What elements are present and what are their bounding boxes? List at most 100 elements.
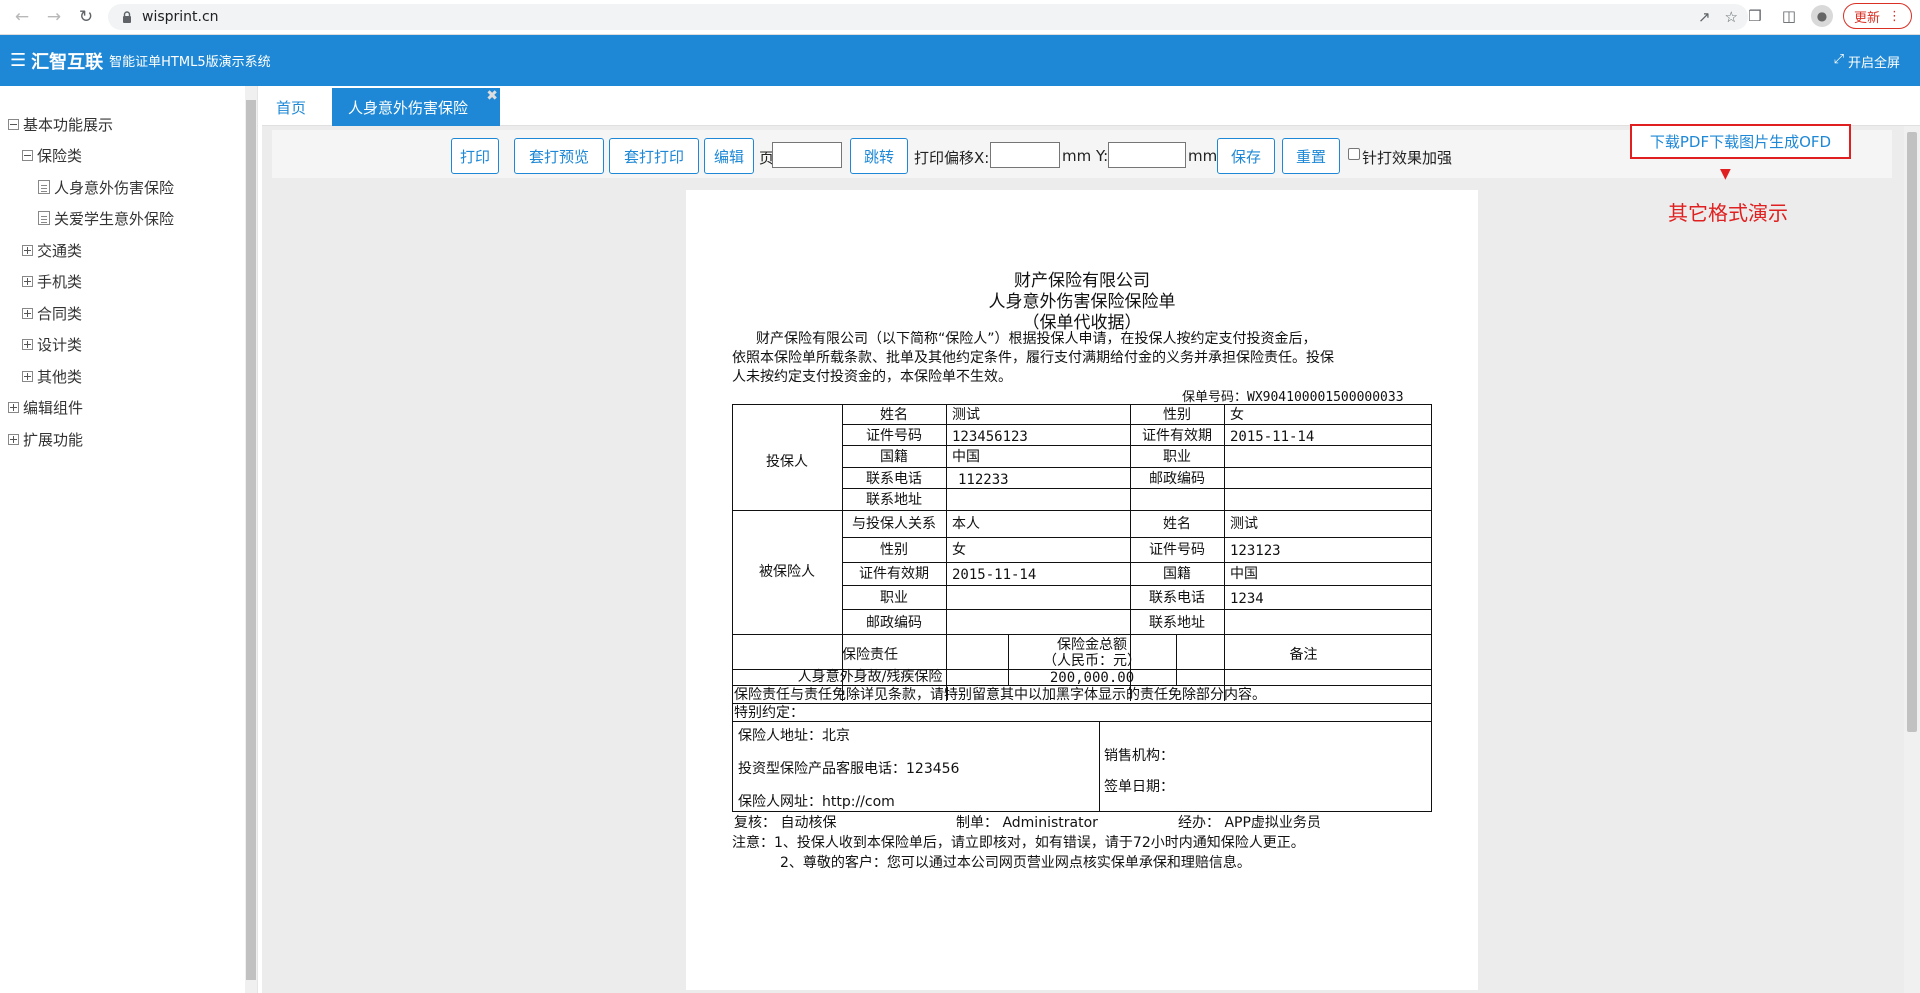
expand-icon[interactable] bbox=[22, 370, 33, 382]
overlay-preview-button[interactable]: 套打预览 bbox=[514, 138, 604, 174]
coverage-amount-header-2: （人民币：元） bbox=[1043, 653, 1141, 669]
tree-node-transport[interactable]: 交通类 bbox=[22, 240, 82, 260]
tree-label: 保险类 bbox=[37, 146, 83, 165]
mm-label: mm bbox=[1188, 147, 1218, 165]
page-input[interactable] bbox=[772, 142, 842, 168]
expand-icon[interactable] bbox=[8, 433, 19, 445]
insured-phone: 1234 bbox=[1230, 591, 1264, 607]
insured-id-label: 证件号码 bbox=[1149, 542, 1205, 558]
tree-node-contract[interactable]: 合同类 bbox=[22, 303, 82, 323]
print-button[interactable]: 打印 bbox=[451, 138, 499, 174]
back-icon[interactable]: ← bbox=[10, 5, 34, 29]
bookmark-star-icon[interactable]: ☆ bbox=[1725, 8, 1738, 26]
tree-leaf-student-insurance[interactable]: 关爱学生意外保险 bbox=[38, 208, 174, 228]
profile-avatar-icon[interactable]: ● bbox=[1810, 5, 1833, 27]
grid-row bbox=[842, 585, 1431, 586]
tab-home[interactable]: 首页 bbox=[276, 88, 306, 126]
expand-icon[interactable] bbox=[22, 307, 33, 319]
jump-button[interactable]: 跳转 bbox=[850, 138, 908, 174]
sidebar-scrollbar[interactable] bbox=[245, 86, 257, 993]
tree-node-mobile[interactable]: 手机类 bbox=[22, 271, 82, 291]
insured-relation: 本人 bbox=[952, 516, 980, 532]
offset-x-input[interactable] bbox=[990, 142, 1060, 168]
tree-label: 关爱学生意外保险 bbox=[54, 209, 175, 228]
applicant-name: 测试 bbox=[952, 407, 980, 423]
tree-node-design[interactable]: 设计类 bbox=[22, 334, 82, 354]
grid-row bbox=[842, 445, 1431, 446]
table-border-right bbox=[1431, 404, 1432, 812]
download-formats-box[interactable]: 下载PDF下载图片生成OFD bbox=[1630, 124, 1851, 159]
applicant-gender: 女 bbox=[1230, 407, 1244, 423]
grid-row bbox=[842, 488, 1431, 489]
grid-col-bottom bbox=[1099, 721, 1100, 812]
fullscreen-label: 开启全屏 bbox=[1847, 56, 1900, 71]
special-terms: 特别约定： bbox=[734, 705, 804, 721]
share-icon[interactable]: ↗ bbox=[1698, 8, 1711, 26]
insured-section-label: 被保险人 bbox=[759, 564, 815, 580]
tree-node-insurance[interactable]: 保险类 bbox=[22, 145, 82, 165]
forward-icon[interactable]: → bbox=[42, 5, 66, 29]
app-header: ☰ 汇智互联 智能证单HTML5版演示系统 ⤢ 开启全屏 bbox=[0, 35, 1920, 86]
offset-y-input[interactable] bbox=[1108, 142, 1186, 168]
notice-line-1: 注意：1、投保人收到本保险单后，请立即核对，如有错误，请于72小时内通知保险人更… bbox=[732, 835, 1305, 851]
menu-list-icon[interactable]: ☰ bbox=[10, 50, 26, 71]
expand-icon[interactable] bbox=[22, 244, 33, 256]
collapse-icon[interactable] bbox=[8, 118, 19, 130]
content-scrollbar[interactable] bbox=[1904, 126, 1920, 993]
fullscreen-button[interactable]: ⤢ 开启全屏 bbox=[1834, 52, 1900, 71]
tree-leaf-accident-insurance[interactable]: 人身意外伤害保险 bbox=[38, 177, 174, 197]
applicant-id-valid-label: 证件有效期 bbox=[1142, 428, 1212, 444]
grid-row bbox=[842, 562, 1431, 563]
sidebar-scroll-thumb[interactable] bbox=[246, 100, 256, 980]
insured-gender-label: 性别 bbox=[880, 542, 908, 558]
update-label: 更新 bbox=[1853, 10, 1880, 26]
expand-icon: ⤢ bbox=[1833, 52, 1844, 67]
expand-icon[interactable] bbox=[8, 401, 19, 413]
applicant-nationality: 中国 bbox=[952, 449, 980, 465]
coverage-liability: 人身意外身故/残疾保险 bbox=[797, 669, 943, 685]
insured-name-label: 姓名 bbox=[1163, 516, 1191, 532]
grid-row bbox=[842, 609, 1431, 610]
tree-node-other[interactable]: 其他类 bbox=[22, 366, 82, 386]
handler-info: 经办： APP虚拟业务员 bbox=[1178, 815, 1321, 831]
tree-node-basic[interactable]: 基本功能展示 bbox=[8, 114, 113, 134]
expand-icon[interactable] bbox=[22, 275, 33, 287]
address-bar[interactable]: wisprint.cn ↗ ☆ bbox=[108, 4, 1748, 30]
applicant-id-label: 证件号码 bbox=[866, 428, 922, 444]
side-panel-icon[interactable]: ◫ bbox=[1777, 4, 1801, 28]
edit-button[interactable]: 编辑 bbox=[704, 138, 754, 174]
url-text: wisprint.cn bbox=[142, 9, 219, 25]
reset-button[interactable]: 重置 bbox=[1282, 138, 1340, 174]
reload-icon[interactable]: ↻ bbox=[74, 5, 98, 29]
insured-nationality: 中国 bbox=[1230, 566, 1258, 582]
formats-caption: 其它格式演示 bbox=[1668, 201, 1788, 225]
extensions-puzzle-icon[interactable]: ❒ bbox=[1743, 4, 1767, 28]
insured-id: 123123 bbox=[1230, 543, 1281, 559]
tab-accident-insurance[interactable]: 人身意外伤害保险 ✖ bbox=[332, 88, 500, 126]
tree-label: 设计类 bbox=[37, 335, 83, 354]
needle-print-checkbox[interactable] bbox=[1348, 148, 1360, 160]
tree-node-extensions[interactable]: 扩展功能 bbox=[8, 429, 83, 449]
applicant-id-valid: 2015-11-14 bbox=[1230, 429, 1315, 445]
tab-bar: 首页 人身意外伤害保险 ✖ bbox=[262, 86, 1920, 126]
collapse-icon[interactable] bbox=[22, 149, 33, 161]
notice-line-2: 2、尊敬的客户：您可以通过本公司网页营业网点核实保单承保和理赔信息。 bbox=[780, 855, 1251, 871]
update-button[interactable]: 更新 ⋮ bbox=[1842, 3, 1912, 29]
coverage-liability-header: 保险责任 bbox=[842, 647, 898, 663]
close-icon[interactable]: ✖ bbox=[486, 88, 498, 104]
applicant-nationality-label: 国籍 bbox=[880, 449, 908, 465]
service-phone: 投资型保险产品客服电话：123456 bbox=[738, 761, 960, 777]
insured-nationality-label: 国籍 bbox=[1163, 566, 1191, 582]
browser-toolbar: ← → ↻ wisprint.cn ↗ ☆ ❒ ◫ ● 更新 ⋮ bbox=[0, 0, 1920, 35]
overlay-print-button[interactable]: 套打打印 bbox=[609, 138, 699, 174]
tab-label: 人身意外伤害保险 bbox=[348, 98, 469, 117]
grid-row-section bbox=[732, 510, 1431, 511]
insured-id-valid: 2015-11-14 bbox=[952, 567, 1037, 583]
applicant-address-label: 联系地址 bbox=[866, 492, 922, 508]
expand-icon[interactable] bbox=[22, 338, 33, 350]
save-button[interactable]: 保存 bbox=[1217, 138, 1275, 174]
tree-node-edit-components[interactable]: 编辑组件 bbox=[8, 397, 83, 417]
tree-label: 编辑组件 bbox=[23, 398, 84, 417]
content-scroll-thumb[interactable] bbox=[1907, 132, 1917, 732]
insured-relation-label: 与投保人关系 bbox=[852, 516, 936, 532]
